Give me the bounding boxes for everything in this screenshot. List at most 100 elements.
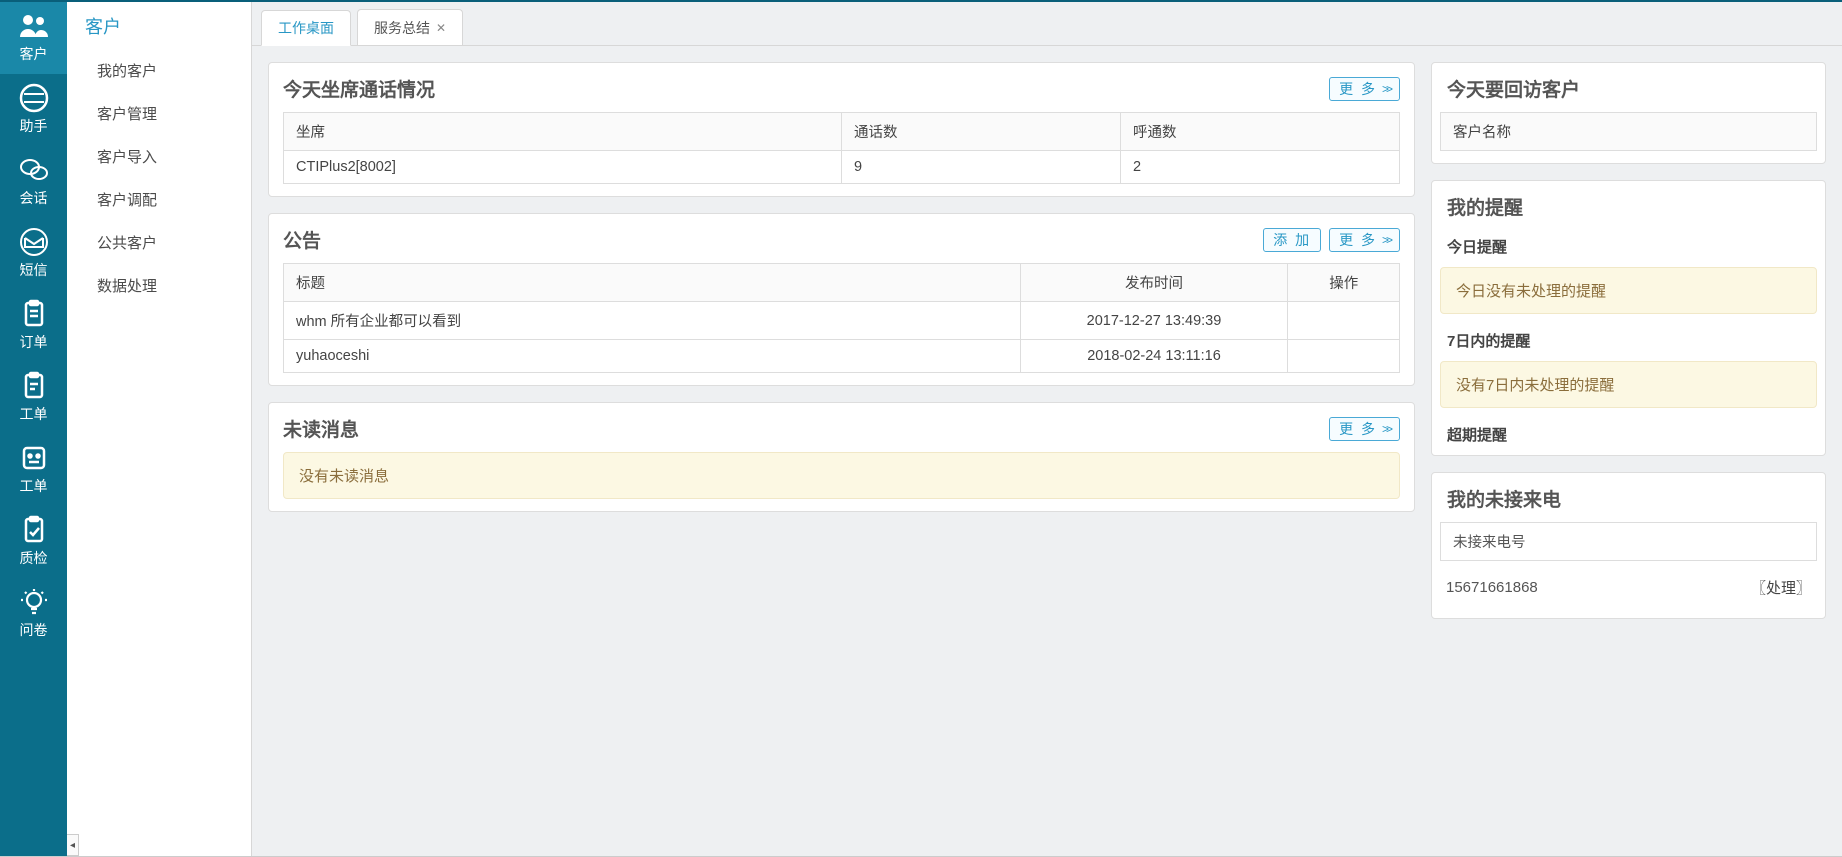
nav-strip: 客户 助手 会话 短信 订单 <box>0 2 67 856</box>
submenu-item-public-customers[interactable]: 公共客户 <box>67 221 251 264</box>
cell-time: 2017-12-27 13:49:39 <box>1020 302 1288 340</box>
panel-title-announcements: 公告 <box>283 226 321 253</box>
app-root: 客户 助手 会话 短信 订单 <box>0 0 1842 857</box>
submenu-title: 客户 <box>67 2 251 49</box>
nav-label-tickets2: 工单 <box>20 476 48 496</box>
panel-missed-calls: 我的未接来电 未接来电号 15671661868 〖处理〗 <box>1431 472 1826 619</box>
assistant-icon <box>18 82 50 114</box>
col-time: 发布时间 <box>1020 264 1288 302</box>
nav-item-qa[interactable]: 质检 <box>0 506 67 578</box>
agent-calls-table: 坐席 通话数 呼通数 CTIPlus2[8002] 9 2 <box>283 112 1400 184</box>
more-button-announcements[interactable]: 更 多 >> <box>1329 228 1400 252</box>
side-column: 今天要回访客户 客户名称 我的提醒 今日提醒 今日没有未处理的提醒 7日内的提醒… <box>1431 62 1826 840</box>
content-row: 今天坐席通话情况 更 多 >> 坐席 通话数 呼通数 CT <box>252 46 1842 856</box>
nav-item-tickets2[interactable]: 工单 <box>0 434 67 506</box>
submenu-panel: 客户 我的客户 客户管理 客户导入 客户调配 公共客户 数据处理 <box>67 2 252 856</box>
nav-label-qa: 质检 <box>20 548 48 568</box>
nav-item-orders[interactable]: 订单 <box>0 290 67 362</box>
main-area: 工作桌面 服务总结 ✕ 今天坐席通话情况 更 多 >> <box>252 2 1842 856</box>
panel-title-callback: 今天要回访客户 <box>1432 63 1825 112</box>
nav-item-chat[interactable]: 会话 <box>0 146 67 218</box>
panel-agent-calls: 今天坐席通话情况 更 多 >> 坐席 通话数 呼通数 CT <box>268 62 1415 197</box>
reminders-today-header: 今日提醒 <box>1432 230 1825 263</box>
nav-label-survey: 问卷 <box>20 620 48 640</box>
reminders-7day-msg: 没有7日内未处理的提醒 <box>1440 361 1817 408</box>
reminders-7day-header: 7日内的提醒 <box>1432 324 1825 357</box>
col-title: 标题 <box>284 264 1021 302</box>
nav-label-assistant: 助手 <box>20 116 48 136</box>
table-header-row: 标题 发布时间 操作 <box>284 264 1400 302</box>
clipboard-icon <box>18 298 50 330</box>
panel-announcements: 公告 添 加 更 多 >> 标 <box>268 213 1415 386</box>
missed-call-action[interactable]: 〖处理〗 <box>1751 577 1811 598</box>
submenu-item-customer-assign[interactable]: 客户调配 <box>67 178 251 221</box>
unread-empty-msg: 没有未读消息 <box>283 452 1400 499</box>
panel-title-reminders: 我的提醒 <box>1432 181 1825 230</box>
tab-service-summary[interactable]: 服务总结 ✕ <box>357 9 463 45</box>
panel-reminders: 我的提醒 今日提醒 今日没有未处理的提醒 7日内的提醒 没有7日内未处理的提醒 … <box>1431 180 1826 456</box>
panel-title-unread: 未读消息 <box>283 415 359 442</box>
nav-label-sms: 短信 <box>20 260 48 280</box>
table-row: yuhaoceshi 2018-02-24 13:11:16 <box>284 340 1400 373</box>
tab-close-icon[interactable]: ✕ <box>436 21 446 35</box>
nav-label-tickets: 工单 <box>20 404 48 424</box>
reminders-today-msg: 今日没有未处理的提醒 <box>1440 267 1817 314</box>
missed-header: 未接来电号 <box>1440 522 1817 561</box>
panel-title-missed: 我的未接来电 <box>1432 473 1825 522</box>
col-calls: 通话数 <box>842 113 1121 151</box>
chevron-right-icon: >> <box>1382 82 1390 96</box>
missed-call-number: 15671661868 <box>1446 579 1538 596</box>
cell-title[interactable]: whm 所有企业都可以看到 <box>284 302 1021 340</box>
cell-title[interactable]: yuhaoceshi <box>284 340 1021 373</box>
chevron-right-icon: >> <box>1382 233 1390 247</box>
nav-label-customers: 客户 <box>20 44 48 64</box>
tab-label: 工作桌面 <box>278 18 334 38</box>
wechat-icon <box>18 154 50 186</box>
submenu-item-customer-import[interactable]: 客户导入 <box>67 135 251 178</box>
users-icon <box>18 10 50 42</box>
tab-desktop[interactable]: 工作桌面 <box>261 10 351 46</box>
panel-unread: 未读消息 更 多 >> 没有未读消息 <box>268 402 1415 512</box>
reminders-overdue-header: 超期提醒 <box>1432 418 1825 451</box>
tabs-bar: 工作桌面 服务总结 ✕ <box>252 2 1842 46</box>
nav-label-chat: 会话 <box>20 188 48 208</box>
nav-item-assistant[interactable]: 助手 <box>0 74 67 146</box>
face-icon <box>18 442 50 474</box>
submenu-item-data-processing[interactable]: 数据处理 <box>67 264 251 307</box>
add-button-announcements[interactable]: 添 加 <box>1263 228 1321 252</box>
col-customer-name: 客户名称 <box>1441 113 1817 151</box>
cell-connected: 2 <box>1120 151 1399 184</box>
submenu-item-customer-mgmt[interactable]: 客户管理 <box>67 92 251 135</box>
col-op: 操作 <box>1288 264 1400 302</box>
table-row: CTIPlus2[8002] 9 2 <box>284 151 1400 184</box>
nav-item-customers[interactable]: 客户 <box>0 2 67 74</box>
cell-op <box>1288 302 1400 340</box>
announcements-table: 标题 发布时间 操作 whm 所有企业都可以看到 2017-12-27 13:4… <box>283 263 1400 373</box>
submenu-item-my-customers[interactable]: 我的客户 <box>67 49 251 92</box>
cell-agent: CTIPlus2[8002] <box>284 151 842 184</box>
panel-callback: 今天要回访客户 客户名称 <box>1431 62 1826 164</box>
col-agent: 坐席 <box>284 113 842 151</box>
nav-label-orders: 订单 <box>20 332 48 352</box>
nav-item-tickets[interactable]: 工单 <box>0 362 67 434</box>
nav-item-sms[interactable]: 短信 <box>0 218 67 290</box>
more-button-unread[interactable]: 更 多 >> <box>1329 417 1400 441</box>
missed-call-row: 15671661868 〖处理〗 <box>1440 569 1817 606</box>
table-row: whm 所有企业都可以看到 2017-12-27 13:49:39 <box>284 302 1400 340</box>
panel-title-agent-calls: 今天坐席通话情况 <box>283 75 435 102</box>
bulb-icon <box>18 586 50 618</box>
chevron-right-icon: >> <box>1382 422 1390 436</box>
main-column: 今天坐席通话情况 更 多 >> 坐席 通话数 呼通数 CT <box>268 62 1415 840</box>
more-button-agent-calls[interactable]: 更 多 >> <box>1329 77 1400 101</box>
cell-op <box>1288 340 1400 373</box>
mail-icon <box>18 226 50 258</box>
nav-item-survey[interactable]: 问卷 <box>0 578 67 650</box>
cell-time: 2018-02-24 13:11:16 <box>1020 340 1288 373</box>
clipboard2-icon <box>18 370 50 402</box>
clipcheck-icon <box>18 514 50 546</box>
callback-table: 客户名称 <box>1440 112 1817 151</box>
tab-label: 服务总结 <box>374 18 430 38</box>
collapse-submenu-handle[interactable]: ◂ <box>67 834 79 856</box>
col-connected: 呼通数 <box>1120 113 1399 151</box>
cell-calls: 9 <box>842 151 1121 184</box>
